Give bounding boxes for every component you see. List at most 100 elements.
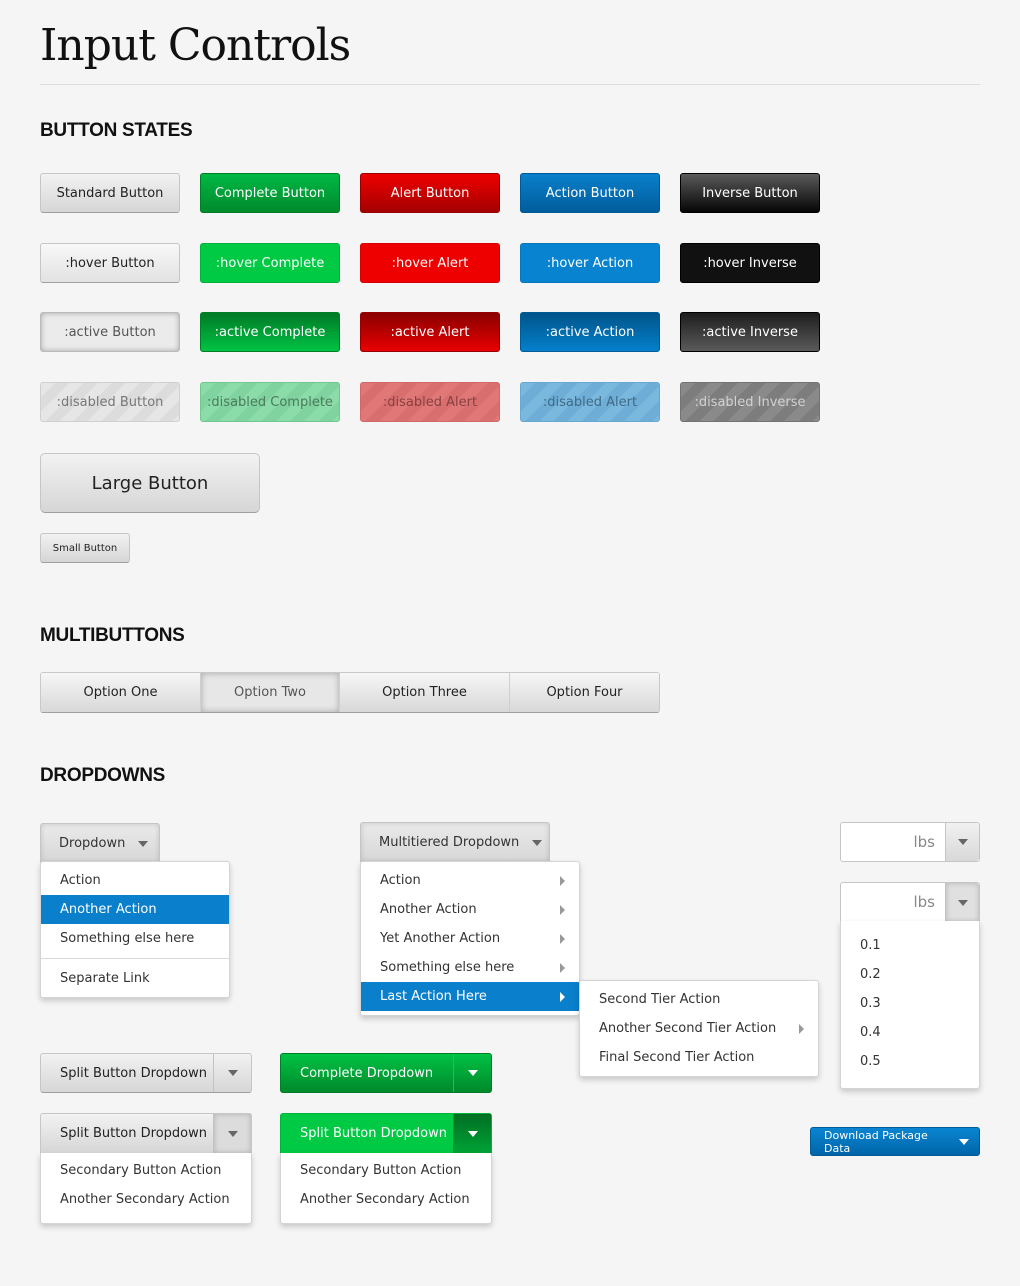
caret-down-icon [957,839,968,845]
split-button-complete-open: Split Button Dropdown [280,1113,492,1153]
caret-right-icon [799,1023,804,1034]
action-button-hover[interactable]: :hover Action [520,243,660,283]
dropdown-toggle-label: Dropdown [59,836,126,851]
multitier-menu: Action Another Action Yet Another Action… [360,861,580,1016]
split-button-complete: Complete Dropdown [280,1053,492,1093]
menu-item-another-secondary-action[interactable]: Another Secondary Action [41,1185,251,1214]
section-heading-dropdowns: DROPDOWNS [40,765,166,786]
caret-down-icon [227,1130,238,1137]
alert-button-active[interactable]: :active Alert [360,312,500,352]
caret-down-icon [467,1130,478,1137]
multitier-dropdown-label: Multitiered Dropdown [379,835,520,850]
title-divider [40,84,980,85]
unit-option[interactable]: 0.4 [841,1018,979,1047]
menu-item-label: Final Second Tier Action [599,1050,755,1065]
unit-value-input[interactable]: lbs [841,883,945,922]
menu-item-another-action[interactable]: Another Action [41,895,229,924]
menu-item-secondary-action[interactable]: Secondary Button Action [281,1156,491,1185]
section-heading-multibuttons: MULTIBUTTONS [40,625,185,646]
split-complete-menu: Secondary Button Action Another Secondar… [280,1153,492,1224]
menu-item-label: Action [380,873,421,888]
menu-item-something-else[interactable]: Something else here [361,953,579,982]
multibutton-option-three[interactable]: Option Three [340,673,510,712]
split-button-toggle[interactable] [453,1114,491,1153]
split-button-main[interactable]: Split Button Dropdown [281,1114,453,1153]
menu-item-label: Another Second Tier Action [599,1021,777,1036]
unit-dropdown-button[interactable] [945,823,979,861]
inverse-button-active[interactable]: :active Inverse [680,312,820,352]
unit-option[interactable]: 0.5 [841,1047,979,1076]
inverse-button-hover[interactable]: :hover Inverse [680,243,820,283]
multibutton-option-one[interactable]: Option One [41,673,201,712]
split-button-toggle[interactable] [213,1114,251,1153]
large-button[interactable]: Large Button [40,453,260,513]
complete-button-hover[interactable]: :hover Complete [200,243,340,283]
caret-down-icon [957,899,968,906]
menu-item-label: Last Action Here [380,989,487,1004]
caret-right-icon [560,962,565,973]
menu-item-secondary-action[interactable]: Secondary Button Action [41,1156,251,1185]
menu-item-another-second-tier-action[interactable]: Another Second Tier Action [580,1014,818,1043]
multibutton-group: Option One Option Two Option Three Optio… [40,672,660,713]
menu-item-second-tier-action[interactable]: Second Tier Action [580,985,818,1014]
unit-options-menu: 0.1 0.2 0.3 0.4 0.5 [840,921,980,1089]
unit-select-open: lbs [840,882,980,922]
unit-label: lbs [913,893,935,911]
unit-option[interactable]: 0.2 [841,960,979,989]
menu-item-action[interactable]: Action [361,866,579,895]
menu-item-another-action[interactable]: Another Action [361,895,579,924]
menu-item-separate-link[interactable]: Separate Link [41,964,229,993]
multitier-dropdown-toggle[interactable]: Multitiered Dropdown [360,822,550,862]
menu-item-last-action[interactable]: Last Action Here [361,982,579,1011]
standard-button[interactable]: Standard Button [40,173,180,213]
standard-button-hover[interactable]: :hover Button [40,243,180,283]
caret-right-icon [560,933,565,944]
menu-item-another-secondary-action[interactable]: Another Secondary Action [281,1185,491,1214]
complete-button-active[interactable]: :active Complete [200,312,340,352]
unit-dropdown-button[interactable] [945,883,979,922]
unit-select-closed: lbs [840,822,980,862]
split-button-main[interactable]: Split Button Dropdown [41,1054,213,1092]
section-heading-button-states: BUTTON STATES [40,120,193,141]
caret-right-icon [560,991,565,1002]
dropdown-menu: Action Another Action Something else her… [40,861,230,998]
standard-button-disabled: :disabled Button [40,382,180,422]
complete-button[interactable]: Complete Button [200,173,340,213]
inverse-button-disabled: :disabled Inverse [680,382,820,422]
caret-right-icon [560,875,565,886]
menu-item-final-second-tier-action[interactable]: Final Second Tier Action [580,1043,818,1072]
unit-value-input[interactable]: lbs [841,823,945,861]
complete-button-disabled: :disabled Complete [200,382,340,422]
download-label: Download Package Data [824,1128,928,1155]
multibutton-option-two[interactable]: Option Two [201,673,340,712]
menu-item-action[interactable]: Action [41,866,229,895]
caret-down-icon [227,1070,238,1076]
menu-item-label: Second Tier Action [599,992,721,1007]
multibutton-option-four[interactable]: Option Four [510,673,659,712]
alert-button[interactable]: Alert Button [360,173,500,213]
unit-option[interactable]: 0.1 [841,931,979,960]
unit-option[interactable]: 0.3 [841,989,979,1018]
menu-item-yet-another-action[interactable]: Yet Another Action [361,924,579,953]
action-button-active[interactable]: :active Action [520,312,660,352]
menu-item-label: Something else here [380,960,515,975]
inverse-button[interactable]: Inverse Button [680,173,820,213]
split-button-main[interactable]: Split Button Dropdown [41,1114,213,1153]
split-button-main[interactable]: Complete Dropdown [281,1054,453,1092]
menu-item-something-else[interactable]: Something else here [41,924,229,953]
caret-down-icon [467,1070,478,1076]
standard-button-active[interactable]: :active Button [40,312,180,352]
split-button-toggle[interactable] [213,1054,251,1092]
dropdown-toggle[interactable]: Dropdown [40,823,160,863]
alert-button-hover[interactable]: :hover Alert [360,243,500,283]
unit-label: lbs [913,833,935,851]
small-button[interactable]: Small Button [40,533,130,563]
split-button-toggle[interactable] [453,1054,491,1092]
split-button-standard-open: Split Button Dropdown [40,1113,252,1153]
alert-button-disabled: :disabled Alert [360,382,500,422]
action-button-disabled: :disabled Alert [520,382,660,422]
action-button[interactable]: Action Button [520,173,660,213]
caret-down-icon [959,1138,969,1145]
download-package-button[interactable]: Download Package Data [810,1127,980,1156]
caret-right-icon [560,904,565,915]
